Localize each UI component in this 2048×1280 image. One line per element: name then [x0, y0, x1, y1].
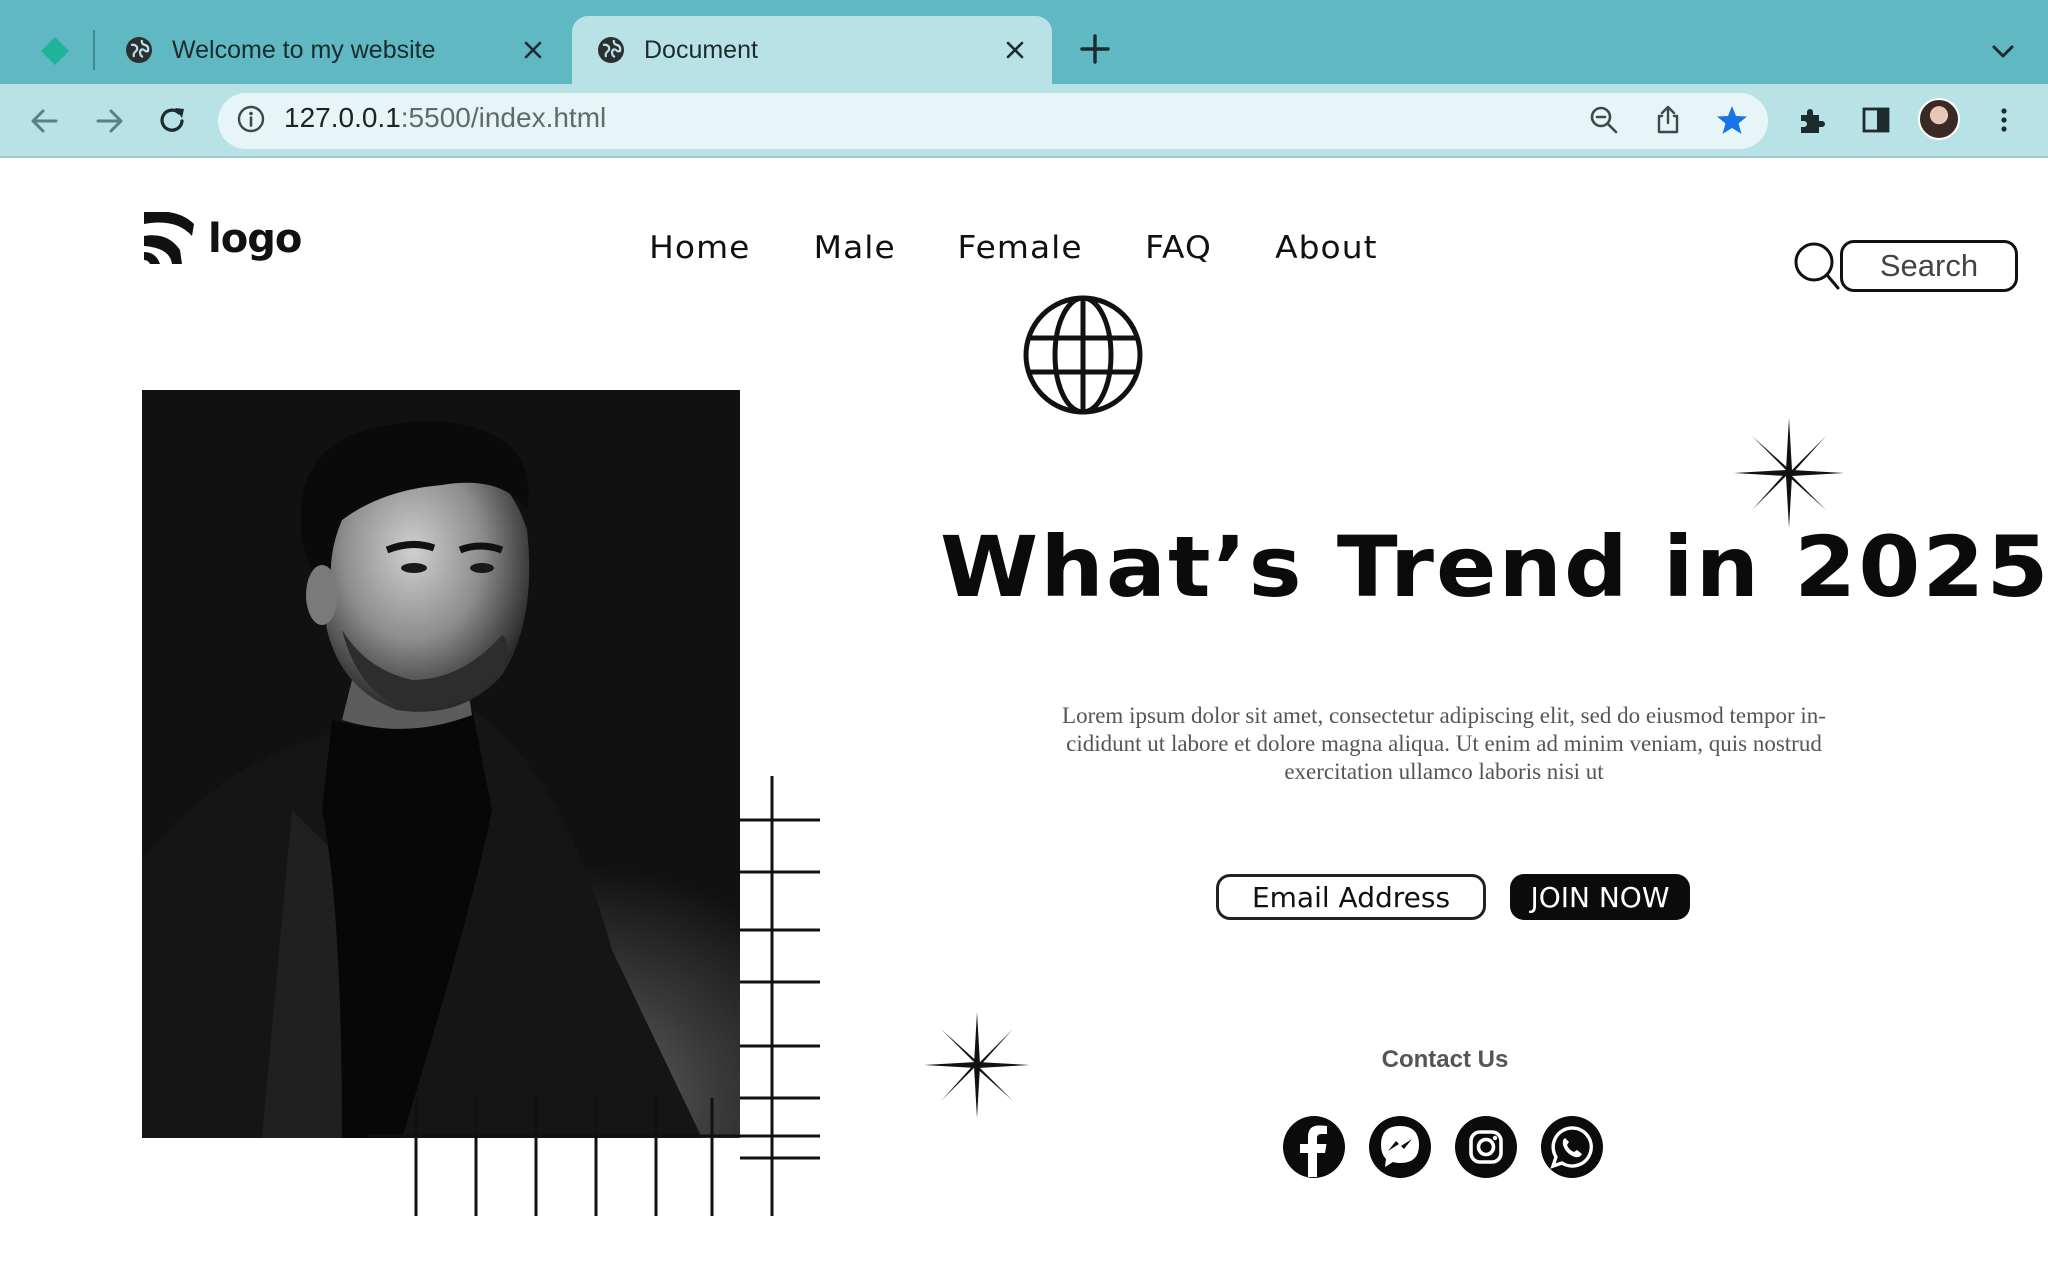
hero-title: What’s Trend in 2025 ? — [940, 518, 2048, 616]
tab-divider — [93, 30, 95, 70]
nav-home[interactable]: Home — [649, 230, 750, 266]
more-menu-icon[interactable] — [1988, 104, 2020, 136]
globe-icon — [598, 37, 624, 63]
close-icon[interactable] — [520, 37, 546, 63]
forward-arrow-icon[interactable] — [90, 102, 128, 140]
search-input[interactable]: Search — [1840, 240, 2018, 292]
facebook-icon[interactable] — [1282, 1115, 1346, 1179]
whatsapp-icon[interactable] — [1540, 1115, 1604, 1179]
instagram-icon[interactable] — [1454, 1115, 1518, 1179]
back-arrow-icon[interactable] — [26, 102, 64, 140]
sparkle-star-icon — [924, 1012, 1030, 1118]
grid-lines-decoration — [368, 776, 820, 1216]
new-tab-plus-icon[interactable] — [1078, 32, 1112, 66]
logo-mark-icon — [144, 212, 194, 264]
search-icon[interactable] — [1792, 238, 1842, 294]
web-page: logo Home Male Female FAQ About Search W… — [0, 160, 2048, 1280]
nav-male[interactable]: Male — [813, 230, 895, 266]
chevron-down-icon[interactable] — [1988, 36, 2018, 66]
main-nav: Home Male Female FAQ About — [649, 230, 1377, 266]
side-panel-icon[interactable] — [1860, 104, 1892, 136]
nav-female[interactable]: Female — [957, 230, 1082, 266]
url-text[interactable]: 127.0.0.1:5500/index.html — [284, 102, 606, 134]
url-path: :5500/index.html — [400, 102, 607, 133]
globe-decoration-icon — [1023, 295, 1143, 415]
close-icon[interactable] — [1002, 37, 1028, 63]
messenger-icon[interactable] — [1368, 1115, 1432, 1179]
zoom-out-icon[interactable] — [1588, 104, 1620, 136]
tab-title: Welcome to my website — [172, 35, 436, 64]
bookmark-star-icon[interactable] — [1716, 104, 1748, 136]
nav-faq[interactable]: FAQ — [1145, 230, 1212, 266]
tab-welcome[interactable]: Welcome to my website — [100, 16, 570, 84]
pinned-tab-diamond-icon[interactable] — [40, 36, 70, 66]
tab-title: Document — [644, 35, 758, 64]
share-icon[interactable] — [1652, 104, 1684, 136]
hero-description: Lorem ipsum dolor sit amet, consectetur … — [1062, 703, 1826, 784]
tab-document[interactable]: Document — [572, 16, 1052, 84]
nav-about[interactable]: About — [1275, 230, 1377, 266]
url-host: 127.0.0.1 — [284, 102, 401, 133]
contact-us-heading: Contact Us — [1381, 1046, 1509, 1073]
profile-avatar[interactable] — [1918, 98, 1960, 140]
site-info-icon[interactable] — [236, 104, 266, 134]
logo-text: logo — [208, 216, 302, 262]
search-widget: Search — [1792, 238, 2018, 294]
extensions-puzzle-icon[interactable] — [1796, 104, 1828, 136]
sparkle-star-icon — [1734, 418, 1844, 528]
join-now-button[interactable]: JOIN NOW — [1510, 874, 1690, 920]
tab-strip: Welcome to my website Document — [0, 0, 2048, 84]
reload-icon[interactable] — [153, 102, 191, 140]
email-address-input[interactable]: Email Address — [1216, 874, 1486, 920]
site-logo[interactable]: logo — [142, 212, 302, 266]
globe-icon — [126, 37, 152, 63]
